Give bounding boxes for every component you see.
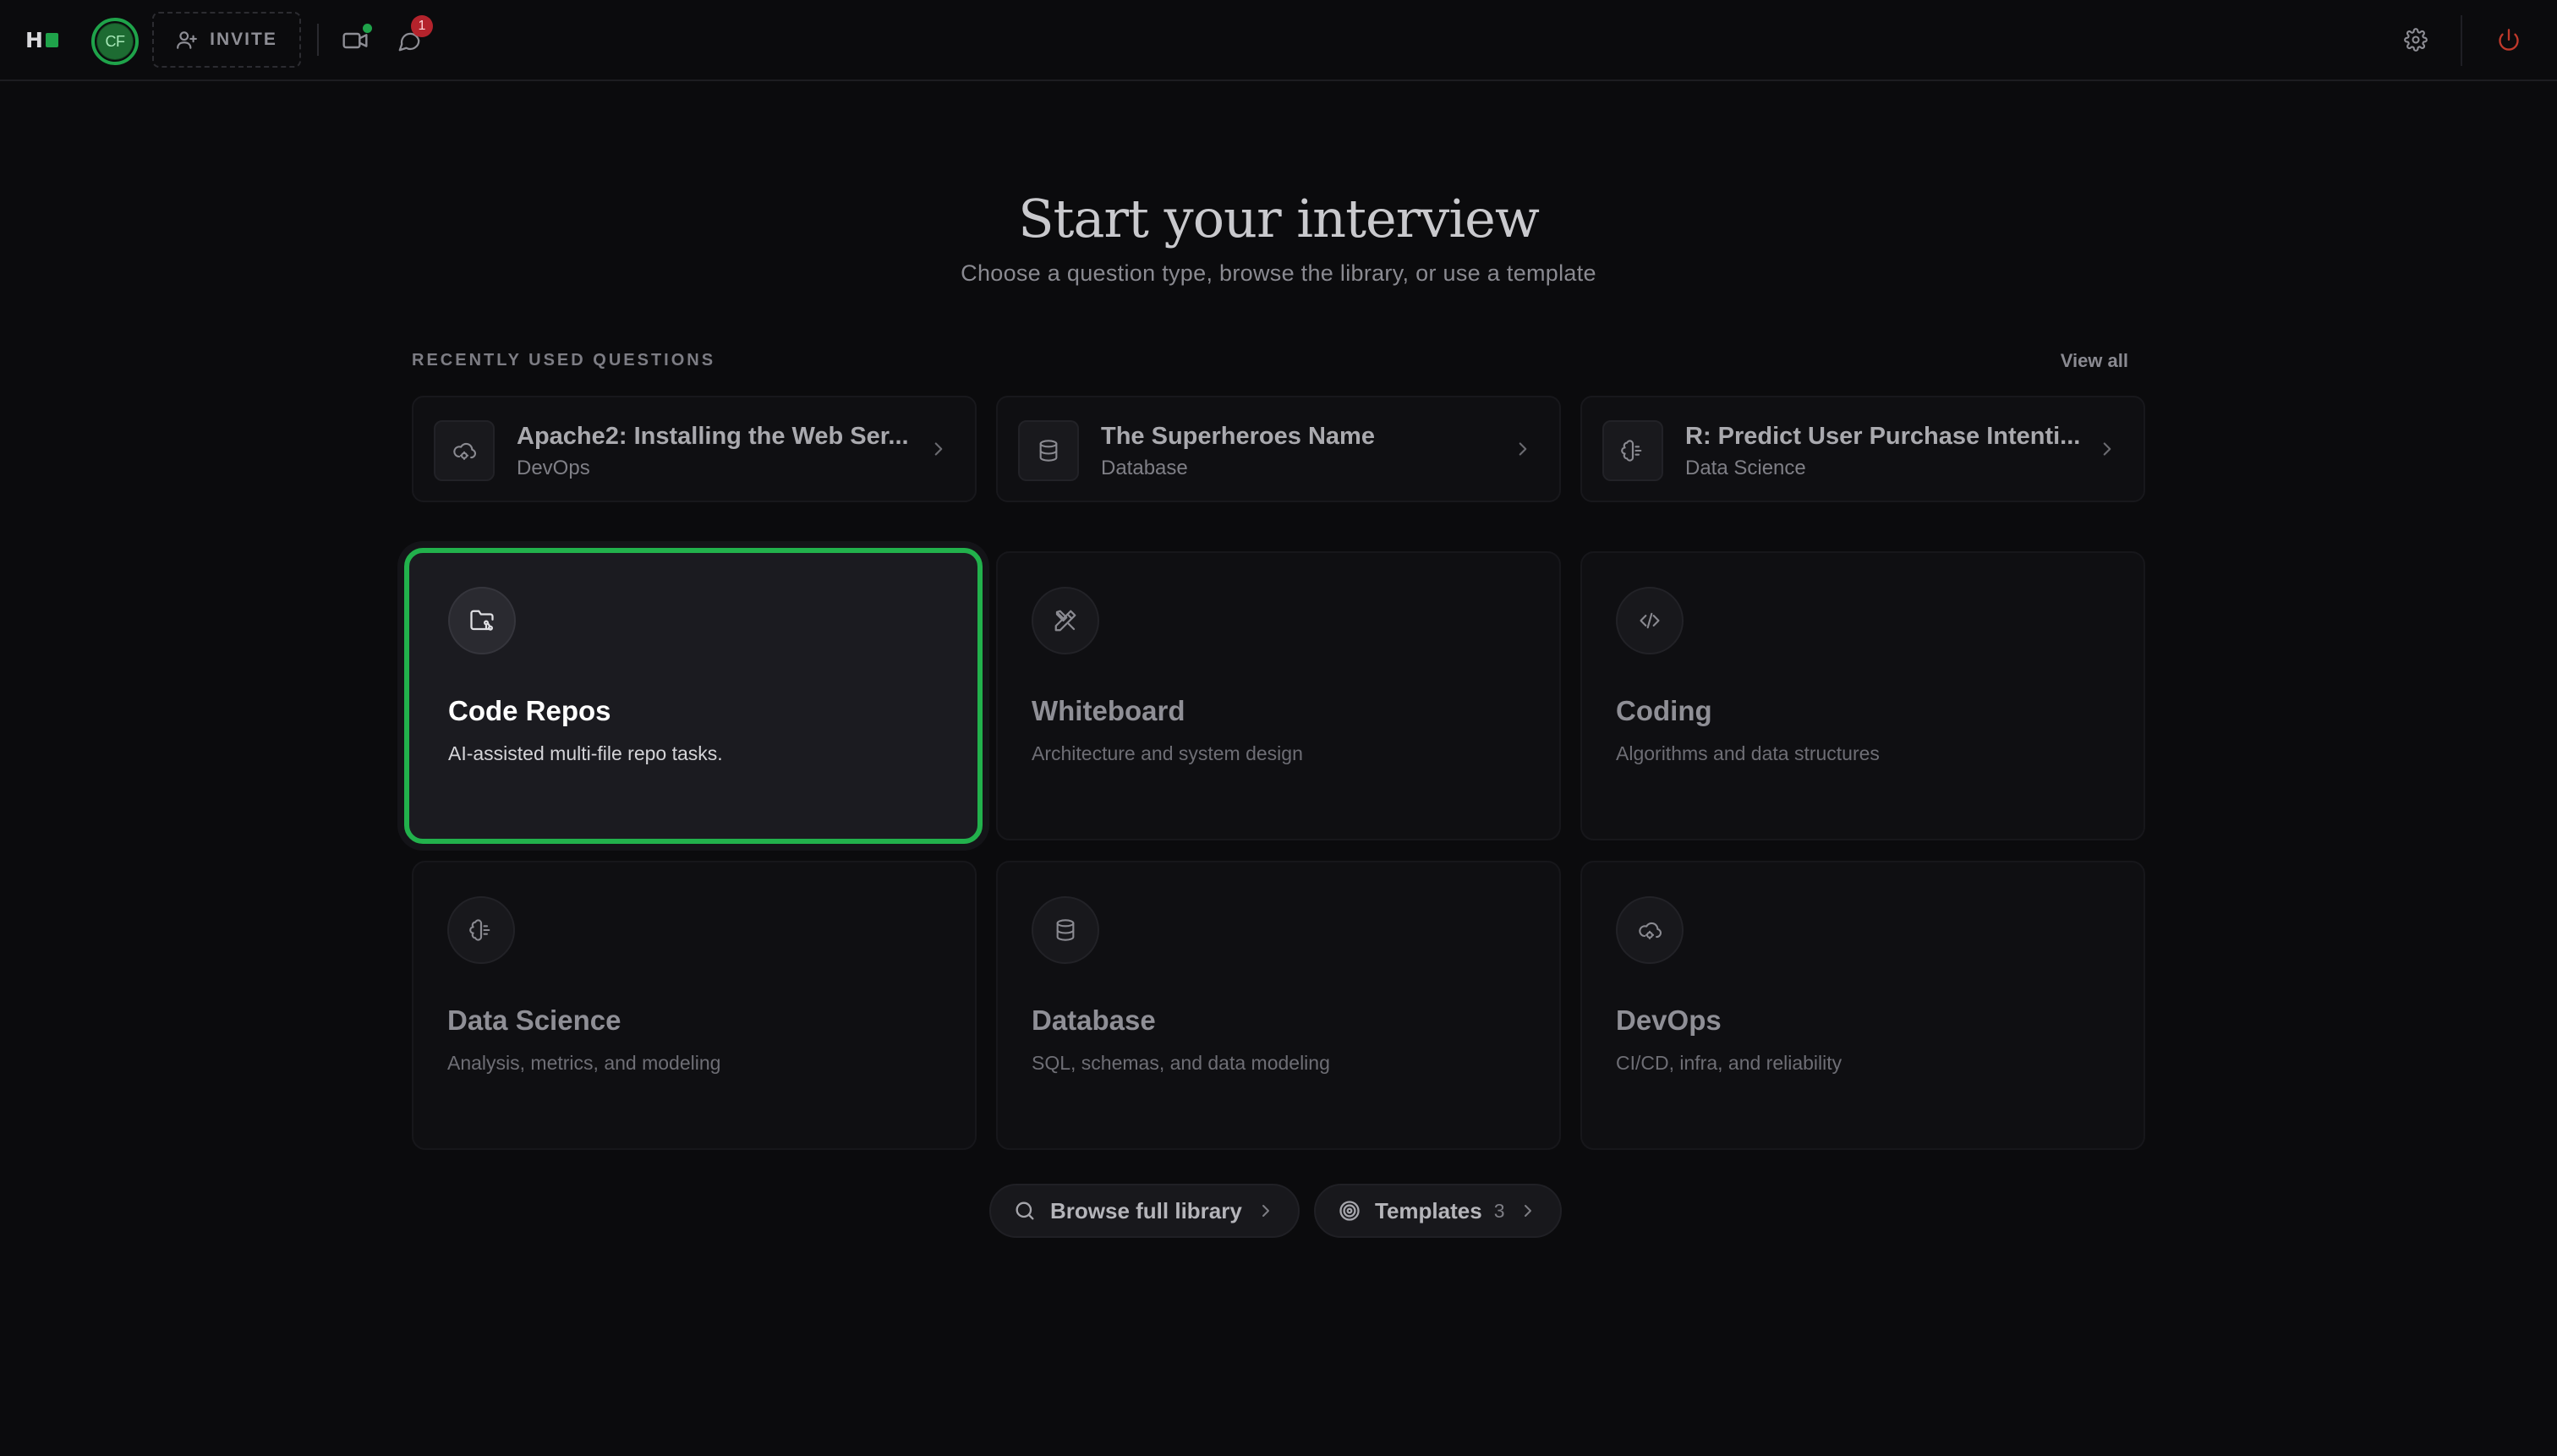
pencil-ruler-icon bbox=[1054, 610, 1076, 632]
type-icon-circle bbox=[1032, 587, 1099, 654]
top-bar: H CF INVITE 1 bbox=[0, 0, 2557, 81]
chevron-right-icon bbox=[2103, 442, 2111, 456]
recent-question-title: Apache2: Installing the Web Ser... bbox=[517, 423, 909, 450]
recent-question-card[interactable]: R: Predict User Purchase Intenti... Data… bbox=[1580, 396, 2145, 502]
question-type-card-coding[interactable]: Coding Algorithms and data structures bbox=[1580, 551, 2145, 840]
templates-button[interactable]: Templates 3 bbox=[1314, 1184, 1563, 1238]
question-type-card-whiteboard[interactable]: Whiteboard Architecture and system desig… bbox=[996, 551, 1561, 840]
type-icon-circle bbox=[448, 587, 516, 654]
notification-badge: 1 bbox=[411, 15, 433, 37]
type-icon-circle bbox=[1616, 896, 1684, 964]
logo-square bbox=[45, 32, 58, 47]
type-title: Database bbox=[1032, 1004, 1156, 1036]
settings-button[interactable] bbox=[2401, 25, 2430, 54]
recent-question-card[interactable]: The Superheroes Name Database bbox=[996, 396, 1561, 502]
browse-library-button[interactable]: Browse full library bbox=[989, 1184, 1300, 1238]
power-icon bbox=[2499, 29, 2519, 51]
view-all-link[interactable]: View all bbox=[2061, 350, 2128, 372]
type-icon-circle bbox=[1616, 587, 1684, 654]
recent-icon-box bbox=[1602, 420, 1663, 481]
type-title: Coding bbox=[1616, 695, 1712, 726]
type-icon-circle bbox=[1032, 896, 1099, 964]
question-type-card-database[interactable]: Database SQL, schemas, and data modeling bbox=[996, 861, 1561, 1150]
page-subtitle: Choose a question type, browse the libra… bbox=[961, 260, 1596, 286]
avatar-initials: CF bbox=[97, 24, 133, 59]
type-title: Code Repos bbox=[448, 695, 611, 726]
invite-label: INVITE bbox=[210, 30, 277, 49]
chevron-right-icon bbox=[1262, 1205, 1269, 1217]
gear-icon bbox=[2404, 28, 2428, 52]
question-type-card-data-science[interactable]: Data Science Analysis, metrics, and mode… bbox=[412, 861, 977, 1150]
browse-library-label: Browse full library bbox=[1050, 1197, 1242, 1223]
video-button[interactable] bbox=[340, 24, 372, 56]
search-icon bbox=[1016, 1201, 1034, 1220]
type-description: Algorithms and data structures bbox=[1616, 742, 1880, 764]
recent-question-title: The Superheroes Name bbox=[1101, 423, 1375, 450]
type-description: SQL, schemas, and data modeling bbox=[1032, 1052, 1330, 1074]
folder-git-icon bbox=[470, 610, 494, 631]
chevron-right-icon bbox=[1525, 1205, 1532, 1217]
database-icon bbox=[1039, 440, 1058, 462]
app-logo[interactable]: H bbox=[25, 27, 58, 52]
question-type-card-code-repos[interactable]: Code Repos AI-assisted multi-file repo t… bbox=[404, 548, 983, 844]
cloud-cog-icon bbox=[453, 442, 476, 460]
database-icon bbox=[1056, 919, 1075, 941]
toolbar-divider-right bbox=[2461, 15, 2462, 66]
type-description: AI-assisted multi-file repo tasks. bbox=[448, 742, 723, 764]
recent-icon-box bbox=[1018, 420, 1079, 481]
logo-letter: H bbox=[25, 27, 43, 52]
type-description: Architecture and system design bbox=[1032, 742, 1303, 764]
code-icon bbox=[1640, 612, 1660, 629]
recent-icon-box bbox=[434, 420, 495, 481]
question-type-card-devops[interactable]: DevOps CI/CD, infra, and reliability bbox=[1580, 861, 2145, 1150]
templates-label: Templates bbox=[1375, 1197, 1482, 1223]
invite-button[interactable]: INVITE bbox=[152, 12, 301, 68]
page-title: Start your interview bbox=[1018, 188, 1540, 249]
video-status-dot bbox=[363, 24, 372, 33]
chevron-right-icon bbox=[1519, 442, 1527, 456]
target-icon bbox=[1339, 1201, 1360, 1221]
user-plus-icon bbox=[177, 31, 198, 49]
leave-button[interactable] bbox=[2494, 25, 2523, 54]
recent-question-category: Database bbox=[1101, 457, 1188, 479]
recent-question-title: R: Predict User Purchase Intenti... bbox=[1685, 423, 2081, 450]
type-description: Analysis, metrics, and modeling bbox=[447, 1052, 721, 1074]
type-title: Data Science bbox=[447, 1004, 621, 1036]
avatar[interactable]: CF bbox=[91, 18, 139, 65]
recent-section-label: RECENTLY USED QUESTIONS bbox=[412, 351, 716, 369]
brain-icon bbox=[1621, 440, 1642, 462]
recent-question-card[interactable]: Apache2: Installing the Web Ser... DevOp… bbox=[412, 396, 977, 502]
type-title: DevOps bbox=[1616, 1004, 1722, 1036]
cloud-cog-icon bbox=[1639, 922, 1662, 939]
type-icon-circle bbox=[447, 896, 515, 964]
chat-button[interactable]: 1 bbox=[394, 15, 433, 56]
chevron-right-icon bbox=[934, 442, 943, 456]
type-description: CI/CD, infra, and reliability bbox=[1616, 1052, 1842, 1074]
toolbar-divider bbox=[317, 24, 319, 56]
type-title: Whiteboard bbox=[1032, 695, 1185, 726]
brain-icon bbox=[469, 919, 490, 941]
recent-question-category: Data Science bbox=[1685, 457, 1806, 479]
templates-count: 3 bbox=[1493, 1199, 1505, 1222]
recent-question-category: DevOps bbox=[517, 457, 590, 479]
